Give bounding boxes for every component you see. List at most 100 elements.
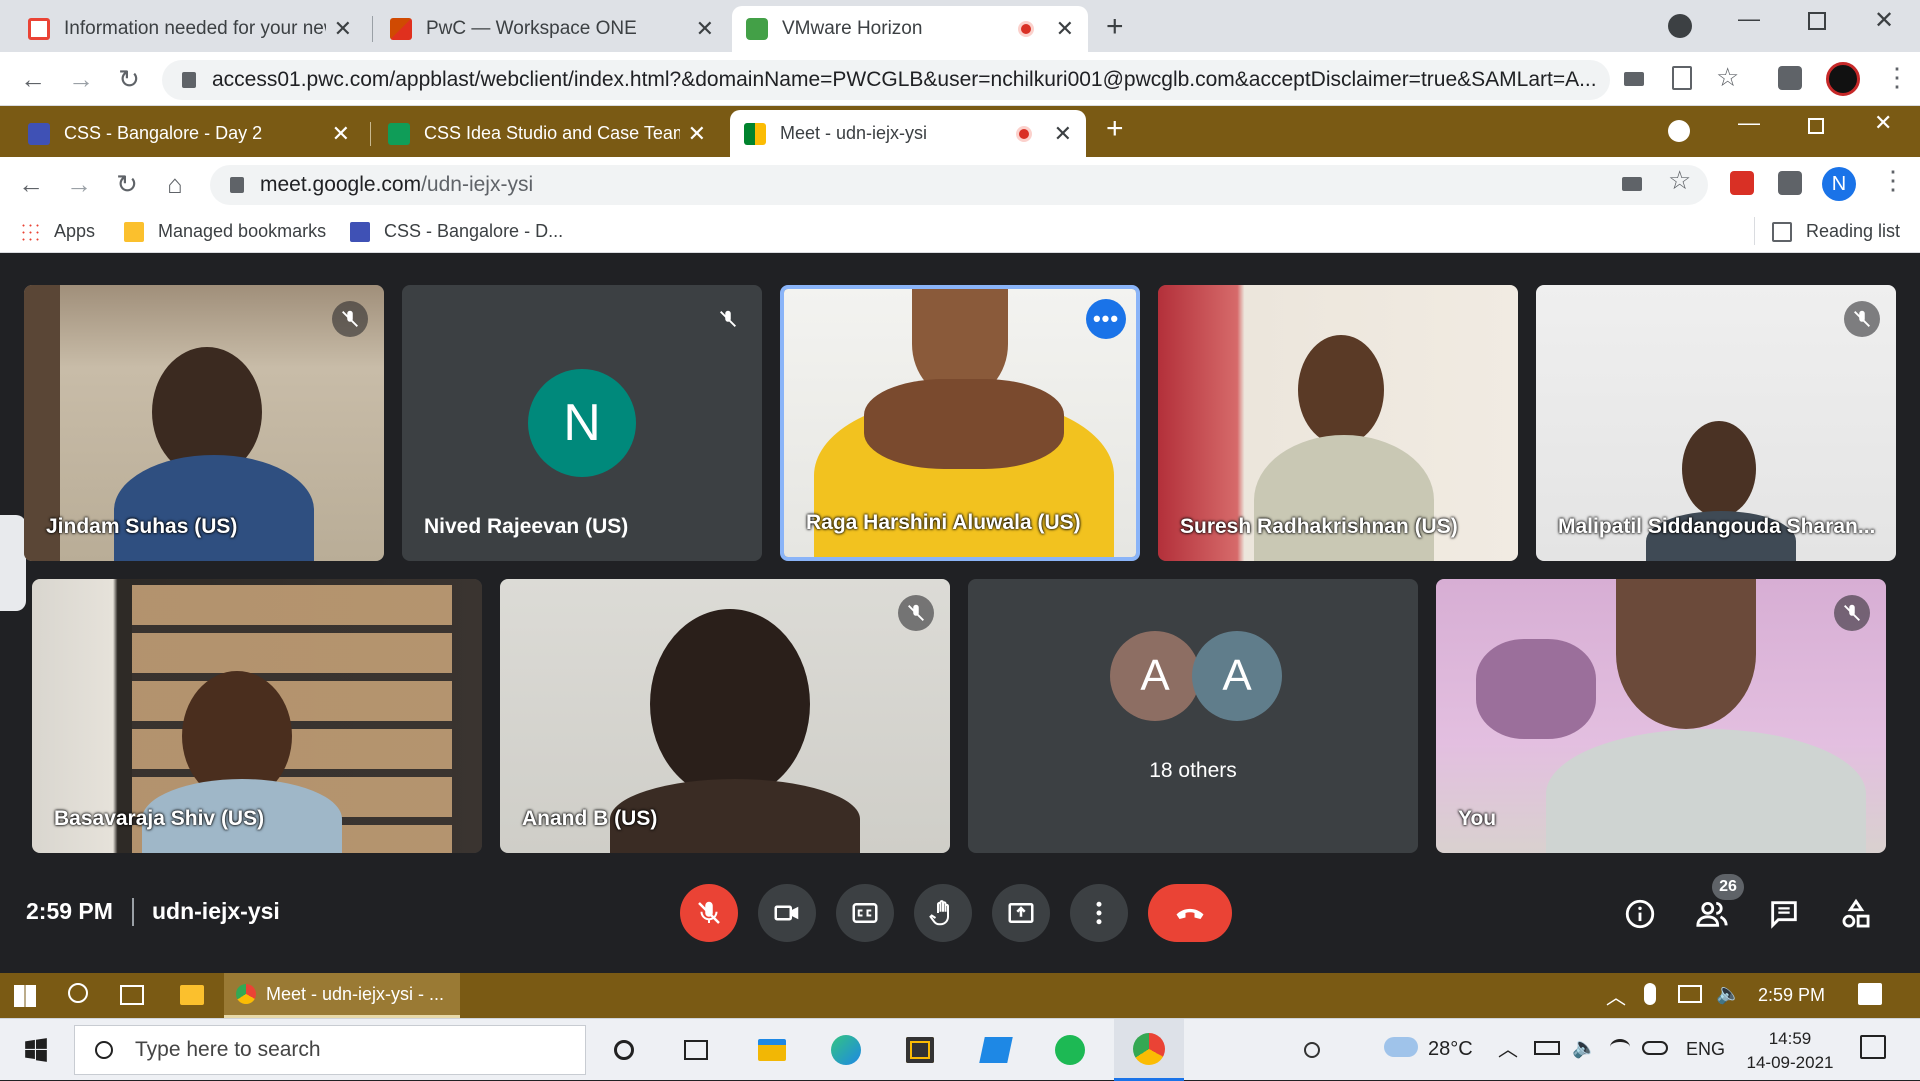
system-clock[interactable]: 14:59 14-09-2021 <box>1740 1027 1840 1075</box>
close-icon[interactable]: ✕ <box>1056 16 1074 42</box>
file-explorer-icon[interactable] <box>752 1030 792 1070</box>
activities-button[interactable] <box>1838 896 1874 932</box>
more-options-icon[interactable]: ••• <box>1086 299 1126 339</box>
tab-search-icon[interactable] <box>1668 120 1690 142</box>
home-icon[interactable]: ⌂ <box>158 167 192 201</box>
bookmark-star-icon[interactable]: ☆ <box>1668 165 1691 196</box>
forward-icon[interactable]: → <box>62 167 96 201</box>
window-close-icon[interactable]: ✕ <box>1874 6 1894 35</box>
menu-icon[interactable]: ⋮ <box>1884 62 1910 93</box>
reading-list-button[interactable]: Reading list <box>1772 221 1900 242</box>
more-options-button[interactable] <box>1070 884 1128 942</box>
minimize-icon[interactable]: — <box>1738 110 1760 136</box>
mic-toggle-button[interactable] <box>680 884 738 942</box>
show-hidden-icons-chevron-icon[interactable]: ︿ <box>1498 1033 1518 1062</box>
weather-temperature[interactable]: 28°C <box>1428 1038 1473 1061</box>
reload-icon[interactable]: ↻ <box>110 167 144 201</box>
participant-tile-malipatil[interactable]: Malipatil Siddangouda Sharan... <box>1536 285 1896 561</box>
store-icon[interactable] <box>900 1030 940 1070</box>
windows-start-icon[interactable] <box>14 985 36 1007</box>
profile-avatar[interactable] <box>1826 62 1860 96</box>
bookmark-star-icon[interactable]: ☆ <box>1716 62 1739 93</box>
battery-icon[interactable] <box>1534 1041 1560 1055</box>
bookmark-css-bangalore[interactable]: CSS - Bangalore - D... <box>350 221 563 242</box>
task-view-icon[interactable] <box>676 1030 716 1070</box>
back-icon[interactable]: ← <box>16 62 50 96</box>
bookmark-managed[interactable]: Managed bookmarks <box>124 221 326 242</box>
forward-icon[interactable]: → <box>64 62 98 96</box>
volume-icon[interactable]: 🔈 <box>1716 981 1741 1006</box>
input-language[interactable]: ENG <box>1686 1039 1725 1060</box>
cortana-icon[interactable] <box>604 1030 644 1070</box>
menu-icon[interactable]: ⋮ <box>1880 165 1906 196</box>
action-center-icon[interactable] <box>1860 1035 1886 1059</box>
bookmark-apps[interactable]: Apps <box>20 221 95 242</box>
search-icon[interactable] <box>68 983 88 1003</box>
tab-search-icon[interactable] <box>1668 14 1692 38</box>
notifications-icon[interactable] <box>1858 983 1882 1005</box>
weather-cloud-icon[interactable] <box>1384 1037 1418 1057</box>
participant-tile-anand[interactable]: Anand B (US) <box>500 579 950 853</box>
end-call-button[interactable] <box>1148 884 1232 942</box>
participant-tile-nived[interactable]: N Nived Rajeevan (US) <box>402 285 762 561</box>
profile-avatar[interactable]: N <box>1822 167 1856 201</box>
close-icon[interactable]: ✕ <box>334 16 352 42</box>
volume-icon[interactable]: 🔈 <box>1572 1035 1597 1060</box>
outer-url-field[interactable]: access01.pwc.com/appblast/webclient/inde… <box>162 60 1610 100</box>
self-tile[interactable]: You <box>1436 579 1886 853</box>
chat-button[interactable] <box>1766 896 1802 932</box>
back-icon[interactable]: ← <box>14 167 48 201</box>
spotify-icon[interactable] <box>1050 1030 1090 1070</box>
new-tab-button[interactable]: + <box>1106 112 1124 146</box>
file-explorer-icon[interactable] <box>180 985 204 1005</box>
close-icon[interactable]: ✕ <box>332 121 350 147</box>
extension-record-icon[interactable] <box>1730 171 1754 195</box>
window-close-icon[interactable]: ✕ <box>1874 110 1892 136</box>
close-icon[interactable]: ✕ <box>1054 121 1072 147</box>
camera-icon[interactable] <box>1624 72 1644 86</box>
meeting-details-button[interactable] <box>1622 896 1658 932</box>
azure-data-studio-icon[interactable] <box>976 1030 1016 1070</box>
task-view-icon[interactable] <box>120 985 144 1005</box>
restore-icon[interactable] <box>1808 12 1826 30</box>
close-icon[interactable]: ✕ <box>688 121 706 147</box>
taskbar-chrome[interactable] <box>1114 1019 1184 1081</box>
edge-icon[interactable] <box>826 1030 866 1070</box>
extensions-icon[interactable] <box>1778 66 1802 90</box>
inner-tab-css-idea-studio[interactable]: CSS Idea Studio and Case Team a ✕ <box>374 110 720 157</box>
side-panel-handle[interactable] <box>0 515 26 611</box>
restore-icon[interactable] <box>1808 118 1824 134</box>
camera-toggle-button[interactable] <box>758 884 816 942</box>
raise-hand-button[interactable] <box>914 884 972 942</box>
wifi-icon[interactable] <box>1610 1039 1630 1055</box>
camera-icon[interactable] <box>1622 177 1642 191</box>
taskbar-search-box[interactable]: Type here to search <box>74 1025 586 1075</box>
outer-tab-vmware-horizon[interactable]: VMware Horizon ✕ <box>732 6 1088 52</box>
participant-tile-raga[interactable]: ••• Raga Harshini Aluwala (US) <box>780 285 1140 561</box>
captions-button[interactable] <box>836 884 894 942</box>
people-icon[interactable] <box>1292 1030 1332 1070</box>
participant-tile-suresh[interactable]: Suresh Radhakrishnan (US) <box>1158 285 1518 561</box>
reload-icon[interactable]: ↻ <box>112 62 146 96</box>
outer-tab-workspace-one[interactable]: PwC — Workspace ONE ✕ <box>376 6 728 52</box>
new-tab-button[interactable]: + <box>1106 10 1124 44</box>
clipboard-icon[interactable] <box>1672 66 1692 90</box>
taskbar-meet-window[interactable]: Meet - udn-iejx-ysi - ... <box>224 973 460 1018</box>
onedrive-cloud-icon[interactable] <box>1642 1041 1668 1055</box>
outer-tab-gmail[interactable]: Information needed for your new ✕ <box>14 6 366 52</box>
inner-url-field[interactable]: meet.google.com/udn-iejx-ysi <box>210 165 1708 205</box>
inner-tab-css-bangalore[interactable]: CSS - Bangalore - Day 2 ✕ <box>14 110 364 157</box>
participant-tile-jindam[interactable]: Jindam Suhas (US) <box>24 285 384 561</box>
extensions-icon[interactable] <box>1778 171 1802 195</box>
show-hidden-icons-chevron-icon[interactable]: ︿ <box>1606 981 1626 1010</box>
tab-divider <box>372 16 373 42</box>
participant-tile-basavaraja[interactable]: Basavaraja Shiv (US) <box>32 579 482 853</box>
others-tile[interactable]: A A 18 others <box>968 579 1418 853</box>
minimize-icon[interactable]: — <box>1738 6 1760 32</box>
present-button[interactable] <box>992 884 1050 942</box>
inner-tab-meet[interactable]: Meet - udn-iejx-ysi ✕ <box>730 110 1086 157</box>
network-icon[interactable] <box>1678 985 1702 1003</box>
close-icon[interactable]: ✕ <box>696 16 714 42</box>
windows-start-icon[interactable] <box>16 1030 56 1070</box>
people-button[interactable] <box>1694 896 1730 932</box>
